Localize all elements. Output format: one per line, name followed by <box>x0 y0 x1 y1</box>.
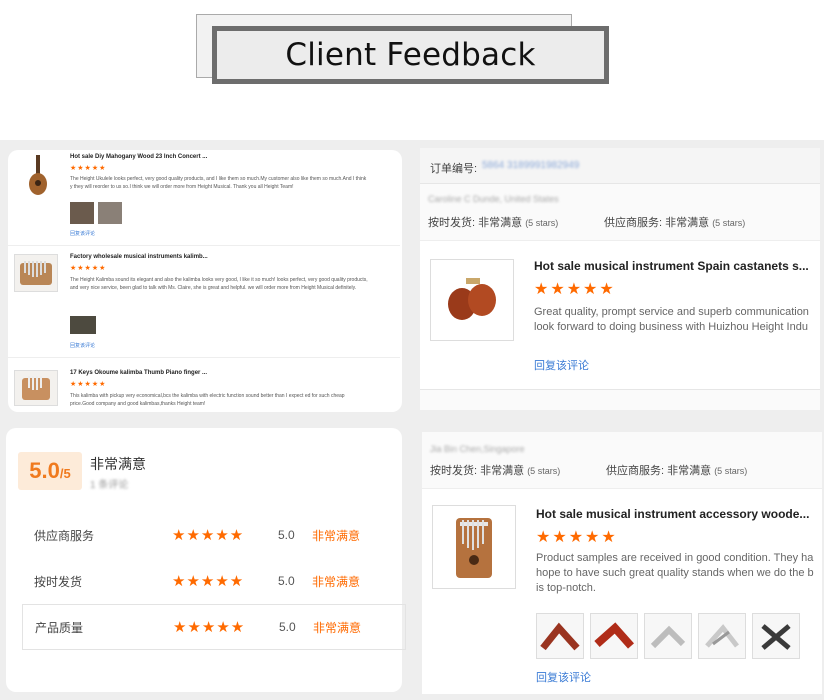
product-stars: ★★★★★ <box>536 529 618 546</box>
review-body: Hot sale musical instrument accessory wo… <box>422 488 822 694</box>
order-number[interactable]: 5864 3189991982949 <box>482 160 579 171</box>
delivery-label: 按时发货: <box>428 217 476 229</box>
page-title: Client Feedback <box>285 37 536 73</box>
service-value: 非常满意 <box>665 217 710 229</box>
service-label: 供应商服务: <box>604 217 663 229</box>
delivery-label: 按时发货: <box>430 465 478 477</box>
score-suffix: /5 <box>59 466 71 481</box>
review-photo[interactable] <box>98 202 122 224</box>
service-stars: (5 stars) <box>712 218 746 228</box>
stand-icon[interactable] <box>752 613 800 659</box>
rating-row-label: 产品质量 <box>35 620 84 635</box>
kalimba-icon <box>14 370 58 406</box>
service-rating: 供应商服务: 非常满意 (5 stars) <box>604 214 745 230</box>
product-title[interactable]: Hot sale musical instrument Spain castan… <box>534 259 818 273</box>
review-product-title[interactable]: 17 Keys Okoume kalimba Thumb Piano finge… <box>70 370 207 376</box>
stand-icon[interactable] <box>698 613 746 659</box>
list-item: Hot sale Diy Mahogany Wood 23 Inch Conce… <box>8 150 400 246</box>
review-photo[interactable] <box>70 316 96 334</box>
delivery-rating: 按时发货: 非常满意 (5 stars) <box>428 214 558 230</box>
rating-row-service: 供应商服务 ★★★★★ 5.0 非常满意 <box>22 512 406 558</box>
review-text: The Height Kalimba sound its elegant and… <box>70 277 368 291</box>
delivery-stars: (5 stars) <box>527 466 561 476</box>
kalimba-icon <box>14 254 58 292</box>
service-label: 供应商服务: <box>606 465 665 477</box>
review-text: The Height Ukulele looks perfect, very g… <box>70 176 367 190</box>
ukulele-icon <box>16 154 60 198</box>
rating-row-verdict: 非常满意 <box>312 574 361 589</box>
title-box: Client Feedback <box>212 26 609 84</box>
page: Client Feedback Hot sale Diy Mahogany Wo… <box>0 0 824 700</box>
list-item: Factory wholesale musical instruments ka… <box>8 248 400 358</box>
rating-summary-card: 5.0 /5 非常满意 1 条评论 供应商服务 ★★★★★ 5.0 非常满意 按… <box>6 428 406 692</box>
reply-review-link[interactable]: 回复该评论 <box>536 669 591 685</box>
kalimba-icon[interactable] <box>432 505 516 589</box>
rating-row-stars: ★★★★★ <box>172 573 245 590</box>
rating-row-value: 5.0 <box>279 620 296 634</box>
product-stars: ★★★★★ <box>534 281 616 298</box>
stand-icon[interactable] <box>536 613 584 659</box>
review-stars: ★★★★★ <box>70 381 107 388</box>
review-line: is top-notch. <box>536 582 596 594</box>
stand-icon[interactable] <box>644 613 692 659</box>
rating-row-verdict: 非常满意 <box>313 620 362 635</box>
rating-row-label: 按时发货 <box>34 574 83 589</box>
buyer-name: Jia Bin Chen,Singapore <box>430 444 525 454</box>
service-rating: 供应商服务: 非常满意 (5 stars) <box>606 462 747 478</box>
review-line: look forward to doing business with Huiz… <box>534 321 808 333</box>
service-value: 非常满意 <box>667 465 712 477</box>
rating-row-value: 5.0 <box>278 528 295 542</box>
delivery-value: 非常满意 <box>478 217 523 229</box>
review-line: Product samples are received in good con… <box>536 552 814 564</box>
review-product-title[interactable]: Hot sale Diy Mahogany Wood 23 Inch Conce… <box>70 154 207 160</box>
review-line: hope to have such great quality stands w… <box>536 567 814 579</box>
service-stars: (5 stars) <box>714 466 748 476</box>
rating-row-stars: ★★★★★ <box>173 619 246 636</box>
rating-row-quality: 产品质量 ★★★★★ 5.0 非常满意 <box>22 604 406 650</box>
reply-review-link[interactable]: 回复该评论 <box>70 342 95 349</box>
review-photo[interactable] <box>70 202 94 224</box>
rating-row-label: 供应商服务 <box>34 528 95 543</box>
overall-label: 非常满意 <box>90 456 146 472</box>
rating-row-stars: ★★★★★ <box>172 527 245 544</box>
product-title[interactable]: Hot sale musical instrument accessory wo… <box>536 507 820 521</box>
buyer-name: Caroline C Dunde, United States <box>428 194 559 204</box>
castanets-icon[interactable] <box>430 259 514 341</box>
reply-review-link[interactable]: 回复该评论 <box>70 230 95 237</box>
second-review-card: Jia Bin Chen,Singapore 按时发货: 非常满意 (5 sta… <box>422 432 822 694</box>
rating-row-delivery: 按时发货 ★★★★★ 5.0 非常满意 <box>22 558 406 604</box>
review-text: This kalimba with pickup very economical… <box>70 393 345 407</box>
delivery-rating: 按时发货: 非常满意 (5 stars) <box>430 462 560 478</box>
review-list-card: Hot sale Diy Mahogany Wood 23 Inch Conce… <box>8 150 402 412</box>
reply-review-link[interactable]: 回复该评论 <box>534 357 589 373</box>
review-stars: ★★★★★ <box>70 265 107 272</box>
stand-icon[interactable] <box>590 613 638 659</box>
list-item: 17 Keys Okoume kalimba Thumb Piano finge… <box>8 364 400 412</box>
review-product-title[interactable]: Factory wholesale musical instruments ka… <box>70 254 208 260</box>
order-header: 订单编号: 5864 3189991982949 <box>420 148 820 184</box>
rating-row-verdict: 非常满意 <box>312 528 361 543</box>
review-count: 1 条评论 <box>90 480 129 491</box>
delivery-value: 非常满意 <box>480 465 525 477</box>
review-body: Hot sale musical instrument Spain castan… <box>420 240 820 390</box>
review-stars: ★★★★★ <box>70 165 107 172</box>
rating-row-value: 5.0 <box>278 574 295 588</box>
delivery-stars: (5 stars) <box>525 218 559 228</box>
order-review-card: 订单编号: 5864 3189991982949 Caroline C Dund… <box>420 148 820 410</box>
order-label: 订单编号: <box>430 163 478 175</box>
score-value: 5.0 <box>29 458 60 483</box>
review-line: Great quality, prompt service and superb… <box>534 306 809 318</box>
score-badge: 5.0 /5 <box>18 452 82 490</box>
